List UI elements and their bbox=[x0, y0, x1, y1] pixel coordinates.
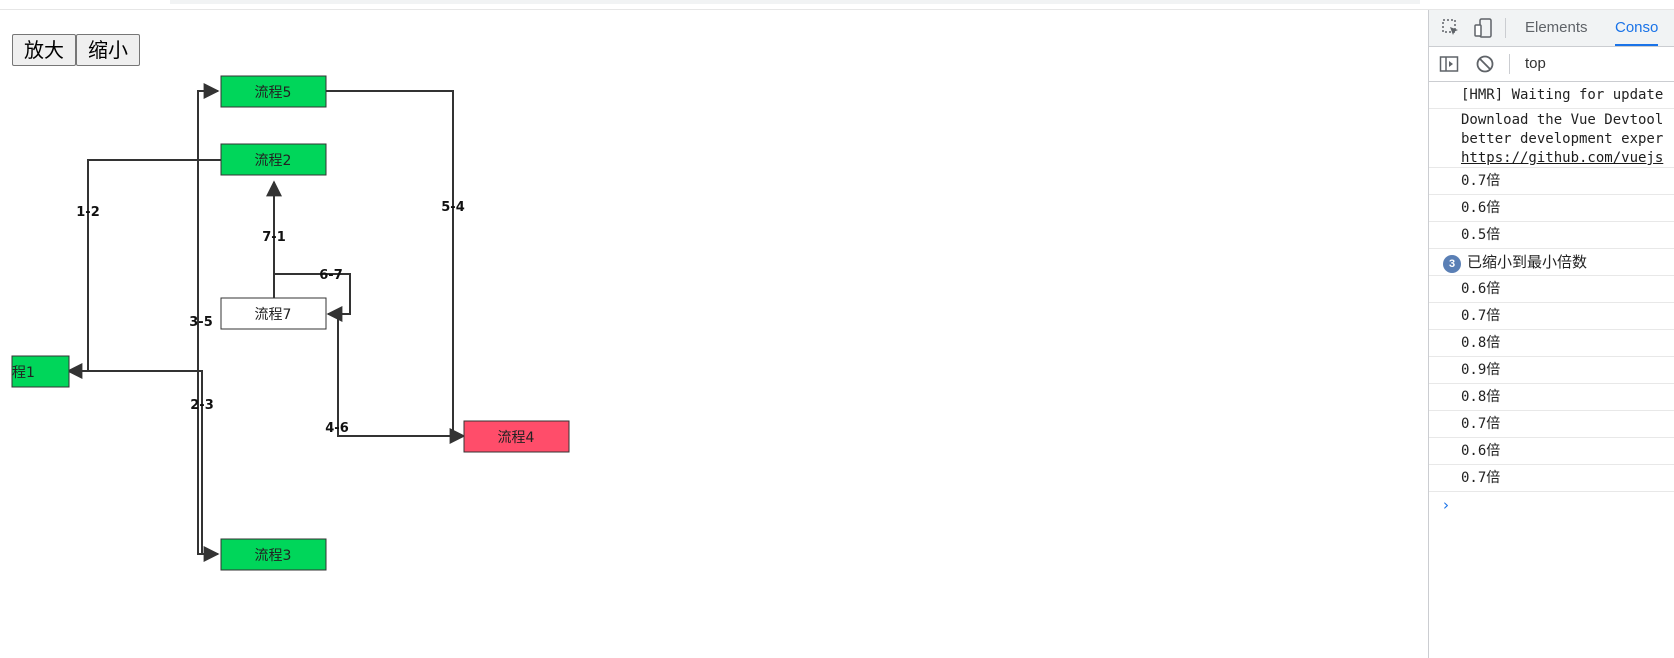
svg-text:流程7: 流程7 bbox=[255, 307, 292, 323]
svg-text:流程2: 流程2 bbox=[255, 153, 292, 169]
flow-diagram: 流程5 流程2 流程7 程1 流程3 流程4 1-2 5-4 7-1 6-7 3… bbox=[11, 75, 570, 571]
clear-console-icon[interactable] bbox=[1475, 54, 1495, 74]
prompt-chevron-icon: › bbox=[1443, 496, 1449, 514]
console-message: 0.6倍 bbox=[1429, 195, 1674, 222]
console-message: 0.8倍 bbox=[1429, 384, 1674, 411]
zoom-out-button[interactable]: 缩小 bbox=[76, 34, 140, 66]
tab-elements[interactable]: Elements bbox=[1525, 10, 1588, 46]
node-flow1[interactable]: 程1 bbox=[11, 355, 70, 388]
console-toolbar: top bbox=[1429, 47, 1674, 82]
console-message: 0.9倍 bbox=[1429, 357, 1674, 384]
node-flow4[interactable]: 流程4 bbox=[463, 420, 570, 453]
console-text: Download the Vue Devtool bbox=[1461, 112, 1664, 128]
node-flow5[interactable]: 流程5 bbox=[220, 75, 327, 108]
node-flow2[interactable]: 流程2 bbox=[220, 143, 327, 176]
node-flow3[interactable]: 流程3 bbox=[220, 538, 327, 571]
browser-tab-strip bbox=[170, 0, 1420, 4]
console-messages: [HMR] Waiting for update Download the Vu… bbox=[1429, 82, 1674, 518]
edge-label-6-7: 6-7 bbox=[319, 268, 343, 283]
svg-text:流程3: 流程3 bbox=[255, 548, 292, 564]
console-message: 0.8倍 bbox=[1429, 330, 1674, 357]
app-area: 流程5 流程2 流程7 程1 流程3 流程4 1-2 5-4 7-1 6-7 3… bbox=[0, 10, 1428, 658]
console-text: better development exper bbox=[1461, 131, 1664, 147]
console-message-repeated: 3 已缩小到最小倍数 bbox=[1429, 249, 1674, 276]
console-link[interactable]: https://github.com/vuejs bbox=[1461, 150, 1663, 166]
console-text: 已缩小到最小倍数 bbox=[1467, 253, 1588, 271]
svg-text:流程4: 流程4 bbox=[498, 430, 535, 446]
edge-label-4-6: 4-6 bbox=[325, 421, 349, 436]
device-toggle-icon[interactable] bbox=[1473, 18, 1493, 38]
console-message: 0.7倍 bbox=[1429, 465, 1674, 492]
context-selector[interactable]: top bbox=[1525, 47, 1546, 81]
svg-text:流程5: 流程5 bbox=[255, 85, 292, 101]
edge-5-4[interactable] bbox=[326, 90, 454, 436]
edge-label-5-4: 5-4 bbox=[441, 200, 465, 215]
console-prompt[interactable]: › bbox=[1429, 492, 1674, 518]
devtools-panel: Elements Conso top [HMR] Waiting for upd… bbox=[1428, 10, 1674, 658]
node-flow7[interactable]: 流程7 bbox=[220, 297, 327, 330]
sidebar-toggle-icon[interactable] bbox=[1439, 54, 1459, 74]
svg-text:程1: 程1 bbox=[12, 365, 35, 381]
console-message: [HMR] Waiting for update bbox=[1429, 82, 1674, 109]
edge-label-1-2: 1-2 bbox=[76, 205, 100, 220]
console-message: Download the Vue Devtool better developm… bbox=[1429, 109, 1674, 168]
edge-4-6[interactable] bbox=[337, 314, 466, 444]
edge-label-3-5: 3-5 bbox=[189, 315, 213, 330]
repeat-count-badge: 3 bbox=[1443, 255, 1461, 273]
zoom-in-button[interactable]: 放大 bbox=[12, 34, 76, 66]
toolbar-separator bbox=[1509, 54, 1510, 74]
tabbar-separator bbox=[1505, 18, 1506, 38]
console-message: 0.7倍 bbox=[1429, 411, 1674, 438]
edge-label-2-3: 2-3 bbox=[190, 398, 214, 413]
inspect-icon[interactable] bbox=[1441, 18, 1461, 38]
console-message: 0.7倍 bbox=[1429, 303, 1674, 330]
tab-console[interactable]: Conso bbox=[1615, 10, 1659, 46]
console-message: 0.5倍 bbox=[1429, 222, 1674, 249]
console-message: 0.7倍 bbox=[1429, 168, 1674, 195]
console-message: 0.6倍 bbox=[1429, 276, 1674, 303]
console-message: 0.6倍 bbox=[1429, 438, 1674, 465]
browser-top-strip bbox=[0, 0, 1674, 10]
edge-label-7-1: 7-1 bbox=[262, 230, 286, 245]
devtools-tabbar: Elements Conso bbox=[1429, 10, 1674, 47]
